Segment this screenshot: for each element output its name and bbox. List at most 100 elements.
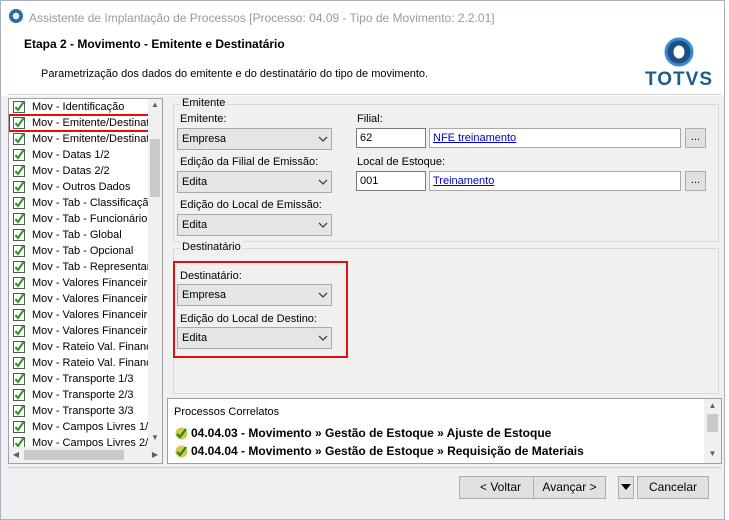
edicao-local-label: Edição do Local de Emissão: [180, 199, 322, 211]
totvs-logo: TOTVS [644, 35, 714, 93]
tree-item[interactable]: Mov - Transporte 2/3 [9, 387, 149, 403]
checklist-icon [13, 420, 25, 433]
checklist-icon [13, 308, 25, 321]
tree-horizontal-scrollbar[interactable]: ◀ ▶ [9, 447, 162, 463]
back-button[interactable]: < Voltar [459, 476, 542, 499]
tree-item[interactable]: Mov - Campos Livres 1/2 [9, 419, 149, 435]
tree-item[interactable]: Mov - Valores Financeiro [9, 291, 149, 307]
next-button[interactable]: Avançar > [533, 476, 606, 499]
edicao-local-select[interactable]: Edita [177, 214, 332, 236]
totvs-logo-icon [664, 37, 694, 67]
check-icon [175, 427, 188, 440]
tree-item[interactable]: Mov - Campos Livres 2/2 [9, 435, 149, 447]
tree-item[interactable]: Mov - Transporte 1/3 [9, 371, 149, 387]
tree-item[interactable]: Mov - Tab - Funcionário [9, 211, 149, 227]
scroll-up-icon[interactable]: ▲ [704, 401, 721, 410]
step-description: Parametrização dos dados do emitente e d… [41, 68, 429, 80]
emitente-select[interactable]: Empresa [177, 128, 332, 150]
checklist-icon [13, 324, 25, 337]
tree-item-label: Mov - Valores Financeiro [32, 325, 149, 337]
tree-item-label: Mov - Rateio Val. Financ [32, 357, 149, 369]
tree-item-label: Mov - Datas 2/2 [32, 165, 110, 177]
tree-item[interactable]: Mov - Valores Financeiro [9, 323, 149, 339]
check-icon [175, 445, 188, 458]
tree-item-label: Mov - Tab - Representan [32, 261, 149, 273]
chevron-down-icon [318, 136, 328, 142]
tree-item[interactable]: Mov - Valores Financeiro [9, 307, 149, 323]
tree-item[interactable]: Mov - Tab - Opcional [9, 243, 149, 259]
tree-item[interactable]: Mov - Emitente/Destinat [9, 114, 149, 132]
tree-item[interactable]: Mov - Rateio Val. Financ [9, 339, 149, 355]
options-dropdown-button[interactable] [618, 476, 634, 499]
filial-name-link[interactable]: NFE treinamento [433, 132, 516, 144]
checklist-icon [13, 372, 25, 385]
checklist-icon [13, 196, 25, 209]
process-item[interactable]: 04.04.03 - Movimento » Gestão de Estoque… [174, 426, 551, 440]
cancel-button[interactable]: Cancelar [637, 476, 709, 499]
scroll-right-icon[interactable]: ▶ [148, 450, 162, 459]
destinatario-select-value: Empresa [182, 289, 227, 301]
checklist-icon [13, 388, 25, 401]
checklist-icon [13, 148, 25, 161]
scroll-up-icon[interactable]: ▲ [148, 100, 162, 109]
destinatario-select[interactable]: Empresa [177, 284, 332, 306]
edicao-local-destino-label: Edição do Local de Destino: [180, 313, 317, 325]
tree-item[interactable]: Mov - Datas 2/2 [9, 163, 149, 179]
tree-vertical-scrollbar[interactable]: ▲ ▼ [148, 99, 162, 447]
edicao-filial-select[interactable]: Edita [177, 171, 332, 193]
scroll-thumb[interactable] [150, 139, 160, 197]
filial-lookup-button[interactable]: ... [685, 128, 706, 148]
filial-label: Filial: [357, 113, 383, 125]
processos-title: Processos Correlatos [174, 406, 280, 418]
scroll-down-icon[interactable]: ▼ [704, 449, 721, 458]
chevron-down-icon [318, 179, 328, 185]
tree-item-label: Mov - Emitente/Destinat [32, 133, 149, 145]
tree-item-label: Mov - Valores Financeiro [32, 293, 149, 305]
tree-item[interactable]: Mov - Valores Financeiro [9, 275, 149, 291]
checklist-icon [13, 244, 25, 257]
scroll-down-icon[interactable]: ▼ [148, 433, 162, 442]
window-title: Assistente de Implantação de Processos [… [29, 11, 495, 25]
edicao-filial-value: Edita [182, 176, 208, 188]
filial-code-input[interactable]: 62 [356, 128, 426, 148]
tree-item[interactable]: Mov - Tab - Global [9, 227, 149, 243]
processos-scrollbar[interactable]: ▲ ▼ [704, 399, 721, 463]
tree-item-label: Mov - Outros Dados [32, 181, 131, 193]
tree-item-label: Mov - Valores Financeiro [32, 309, 149, 321]
checklist-icon [13, 100, 25, 113]
tree-item[interactable]: Mov - Rateio Val. Financ [9, 355, 149, 371]
edicao-local-destino-value: Edita [182, 332, 208, 344]
local-estoque-name-link[interactable]: Treinamento [433, 175, 494, 187]
chevron-down-icon [318, 292, 328, 298]
wizard-window: Assistente de Implantação de Processos [… [0, 0, 725, 520]
tree-item[interactable]: Mov - Outros Dados [9, 179, 149, 195]
edicao-local-destino-select[interactable]: Edita [177, 327, 332, 349]
checklist-icon [13, 276, 25, 289]
tree-item-label: Mov - Transporte 3/3 [32, 405, 134, 417]
tree-item[interactable]: Mov - Emitente/Destinat [9, 131, 149, 147]
local-estoque-lookup-button[interactable]: ... [685, 171, 706, 191]
local-estoque-code-input[interactable]: 001 [356, 171, 426, 191]
tree-item[interactable]: Mov - Datas 1/2 [9, 147, 149, 163]
processos-correlatos: Processos Correlatos 04.04.03 - Moviment… [167, 398, 722, 464]
tree-item-label: Mov - Tab - Global [32, 229, 122, 241]
checklist-icon [13, 356, 25, 369]
hscroll-thumb[interactable] [24, 450, 124, 460]
scroll-thumb[interactable] [707, 414, 718, 432]
tree-item[interactable]: Mov - Tab - Classificaçã [9, 195, 149, 211]
tree-item-label: Mov - Tab - Classificaçã [32, 197, 149, 209]
checklist-icon [13, 116, 25, 129]
filial-name-field: NFE treinamento [429, 128, 681, 148]
edicao-local-value: Edita [182, 219, 208, 231]
footer-separator [8, 467, 721, 468]
scroll-left-icon[interactable]: ◀ [9, 450, 23, 459]
process-item[interactable]: 04.04.04 - Movimento » Gestão de Estoque… [174, 444, 584, 458]
tree-item[interactable]: Mov - Identificação [9, 99, 149, 115]
wizard-header: Etapa 2 - Movimento - Emitente e Destina… [8, 32, 721, 95]
tree-item-label: Mov - Identificação [32, 101, 125, 113]
tree-item-label: Mov - Datas 1/2 [32, 149, 110, 161]
tree-item[interactable]: Mov - Transporte 3/3 [9, 403, 149, 419]
tree-item-label: Mov - Emitente/Destinat [32, 117, 149, 129]
steps-tree[interactable]: Mov - Identificação Mov - Emitente/Destin… [8, 98, 163, 464]
tree-item[interactable]: Mov - Tab - Representan [9, 259, 149, 275]
